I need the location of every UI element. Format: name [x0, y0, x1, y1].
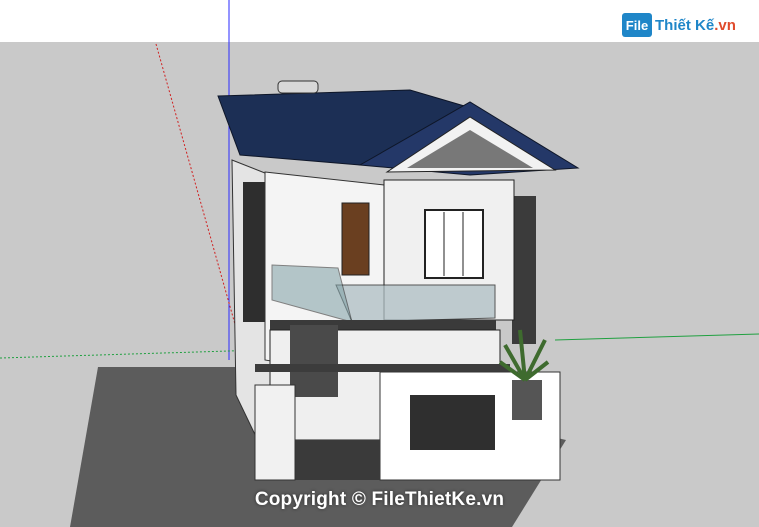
copyright-watermark: Copyright © FileThietKe.vn: [254, 489, 505, 510]
green-axis-right: [554, 333, 759, 341]
logo-icon: File: [622, 13, 652, 37]
door-upper: [341, 202, 370, 276]
balcony-glass-rail: [335, 284, 496, 323]
logo-name: Thiết Kế: [655, 16, 715, 34]
logo-suffix: .vn: [714, 16, 736, 34]
gate: [295, 440, 380, 480]
upper-window: [424, 209, 484, 279]
fence-lattice: [512, 380, 542, 420]
green-axis: [0, 349, 263, 359]
right-dark-pillar: [512, 196, 536, 344]
ground-door: [290, 325, 338, 397]
left-wall-dark-strip: [243, 182, 268, 322]
left-fence: [254, 384, 296, 481]
watermark-logo: File Thiết Kế.vn: [622, 12, 736, 38]
porch-beam: [255, 364, 510, 372]
fence-dark-panel: [410, 395, 495, 450]
model-scene[interactable]: [0, 0, 759, 527]
roof-top-unit: [277, 80, 319, 94]
